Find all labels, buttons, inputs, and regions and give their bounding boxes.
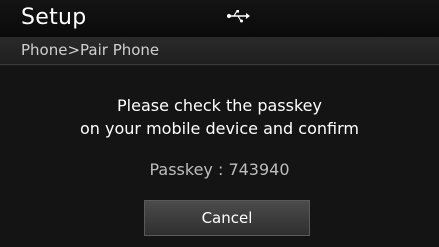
- setup-screen: Setup Phone>Pair Phone Please check the …: [0, 0, 439, 247]
- cancel-button[interactable]: Cancel: [144, 200, 310, 236]
- message-line-1: Please check the passkey: [117, 96, 322, 115]
- usb-icon: [227, 10, 250, 23]
- passkey-text: Passkey : 743940: [149, 160, 290, 179]
- title-bar: Setup: [0, 0, 439, 38]
- message-line-2: on your mobile device and confirm: [80, 119, 359, 138]
- breadcrumb: Phone>Pair Phone: [0, 37, 439, 65]
- breadcrumb-text: Phone>Pair Phone: [21, 41, 160, 59]
- pair-phone-dialog: Please check the passkey on your mobile …: [0, 66, 439, 247]
- page-title: Setup: [21, 5, 87, 30]
